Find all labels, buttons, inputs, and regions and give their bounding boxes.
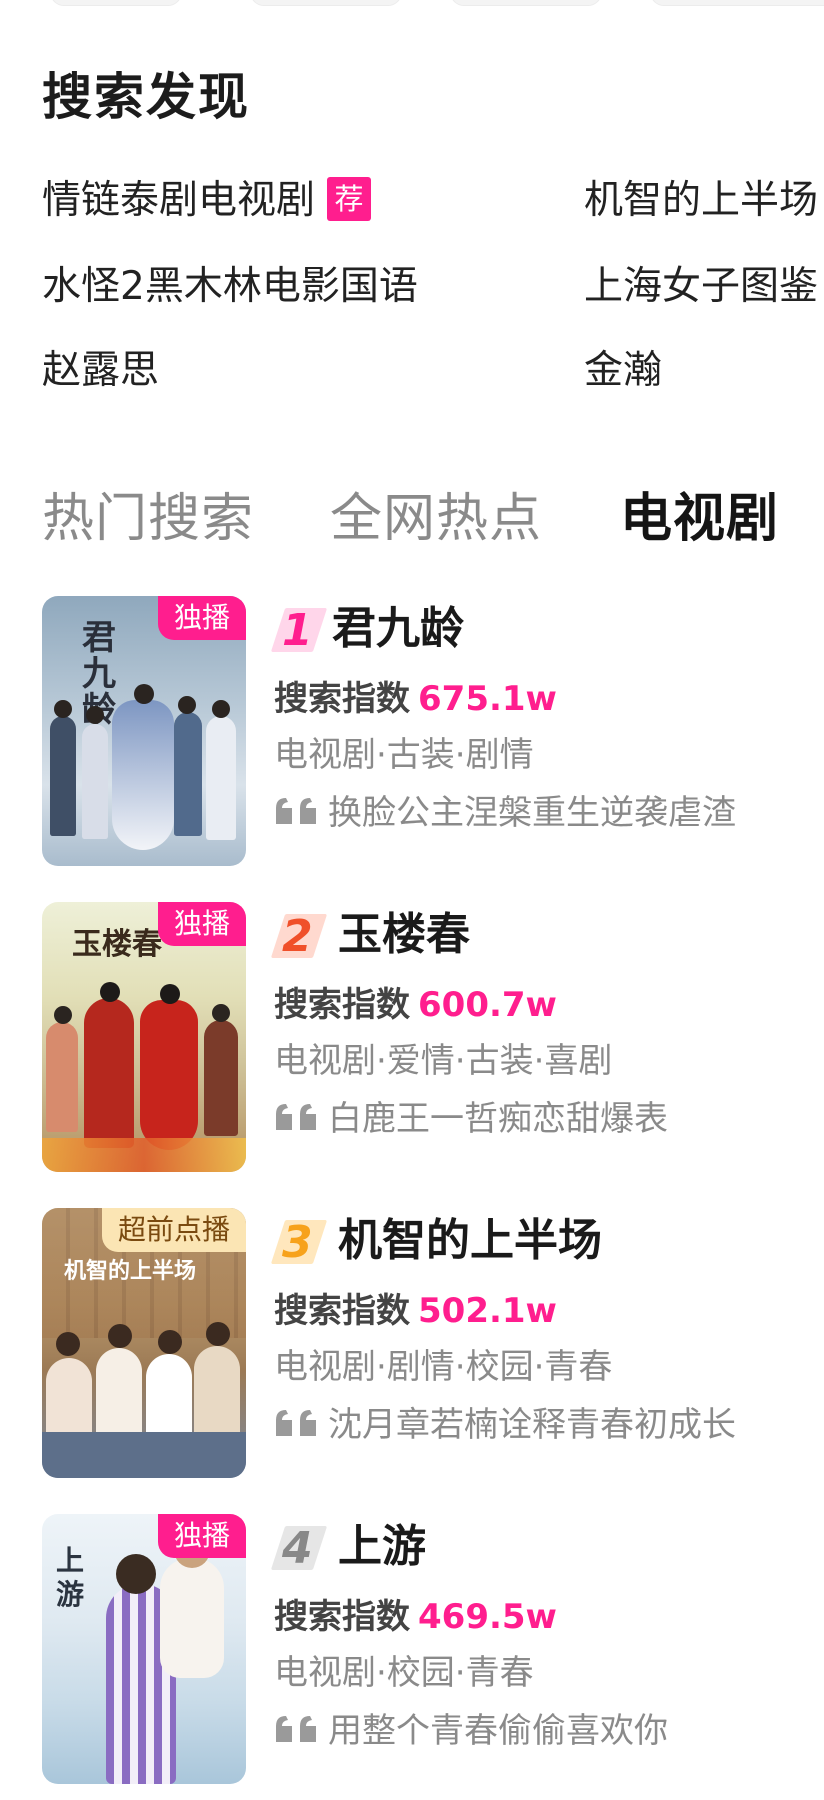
show-title: 上游 — [338, 1521, 426, 1572]
tagline-text: 换脸公主涅槃重生逆袭虐渣 — [328, 793, 736, 833]
genre-tags: 电视剧·古装·剧情 — [274, 735, 534, 775]
discover-item[interactable]: 赵露思 — [42, 346, 159, 396]
search-index-label: 搜索指数 — [274, 679, 410, 719]
rank-number: 4 — [282, 1523, 313, 1574]
rank-badge: 3 — [270, 1216, 328, 1268]
discover-item[interactable]: 情链泰剧电视剧荐 — [42, 176, 372, 226]
genre-tags: 电视剧·爱情·古装·喜剧 — [274, 1041, 613, 1081]
poster-title: 机智的上半场 — [64, 1258, 197, 1284]
discover-item-label: 金瀚 — [584, 348, 663, 393]
exclusive-badge: 独播 — [157, 902, 246, 946]
ranking-item[interactable]: 上游 独播 4 上游 搜索指数 469.5w 电视剧·校园·青春 用整个青春偷偷喜… — [42, 1514, 824, 1786]
search-index-value: 600.7w — [418, 985, 557, 1025]
quote-icon — [274, 792, 322, 838]
poster-image[interactable]: 玉楼春 独播 — [42, 902, 246, 1172]
search-index-label: 搜索指数 — [274, 1291, 410, 1331]
exclusive-badge: 独播 — [157, 596, 246, 640]
show-title: 玉楼春 — [338, 909, 470, 960]
poster-image[interactable]: 上游 独播 — [42, 1514, 246, 1784]
discover-item-label: 水怪2黑木林电影国语 — [42, 264, 418, 309]
tab-tv-series[interactable]: 电视剧 — [620, 486, 779, 552]
ranking-item[interactable]: 君九龄 独播 1 君九龄 搜索指数675.1w 电视剧·古装·剧情 换脸公主涅槃… — [42, 596, 824, 868]
pill-4[interactable] — [650, 0, 824, 6]
pill-2[interactable] — [250, 0, 402, 6]
search-index-label: 搜索指数 — [274, 1597, 410, 1637]
poster-title: 玉楼春 — [72, 927, 162, 962]
early-access-badge: 超前点播 — [101, 1208, 246, 1252]
tab-web-hot[interactable]: 全网热点 — [330, 486, 542, 552]
discover-item-label: 机智的上半场 — [584, 178, 819, 223]
search-index: 搜索指数 675.1w — [274, 676, 557, 722]
discover-item[interactable]: 机智的上半场 — [584, 176, 818, 226]
discover-title: 搜索发现 — [42, 68, 250, 126]
search-index-value: 675.1w — [418, 679, 557, 719]
ranking-item[interactable]: 机智的上半场 超前点播 3 机智的上半场 搜索指数 502.1w 电视剧·剧情·校… — [42, 1208, 824, 1480]
search-index-label: 搜索指数 — [274, 985, 410, 1025]
tagline: 换脸公主涅槃重生逆袭虐渣 — [274, 790, 736, 838]
tagline: 用整个青春偷偷喜欢你 — [274, 1708, 668, 1756]
tagline: 白鹿王一哲痴恋甜爆表 — [274, 1096, 668, 1144]
rank-badge: 2 — [270, 910, 328, 962]
rank-number: 3 — [282, 1217, 313, 1268]
quote-icon — [274, 1098, 322, 1144]
discover-item[interactable]: 上海女子图鉴 — [584, 262, 818, 312]
genre-tags: 电视剧·剧情·校园·青春 — [274, 1347, 613, 1387]
search-index-value: 469.5w — [418, 1597, 557, 1637]
discover-item[interactable]: 金瀚 — [584, 346, 662, 396]
tagline-text: 白鹿王一哲痴恋甜爆表 — [328, 1099, 668, 1139]
quote-icon — [274, 1710, 322, 1756]
ranking-item[interactable]: 玉楼春 独播 2 玉楼春 搜索指数 600.7w 电视剧·爱情·古装·喜剧 白鹿王… — [42, 902, 824, 1174]
tagline-text: 沈月章若楠诠释青春初成长 — [328, 1405, 736, 1445]
show-title: 机智的上半场 — [338, 1215, 602, 1266]
rank-number: 2 — [282, 911, 313, 962]
rank-badge: 4 — [270, 1522, 328, 1574]
rank-number: 1 — [282, 605, 313, 656]
top-category-pills — [0, 0, 824, 10]
pill-3[interactable] — [450, 0, 602, 6]
quote-icon — [274, 1404, 322, 1450]
discover-item-label: 上海女子图鉴 — [584, 264, 819, 309]
exclusive-badge: 独播 — [157, 1514, 246, 1558]
search-index-value: 502.1w — [418, 1291, 557, 1331]
discover-item-label: 情链泰剧电视剧 — [42, 178, 316, 223]
poster-image[interactable]: 机智的上半场 超前点播 — [42, 1208, 246, 1478]
genre-tags: 电视剧·校园·青春 — [274, 1653, 534, 1693]
search-index: 搜索指数 469.5w — [274, 1594, 557, 1640]
recommend-badge: 荐 — [327, 176, 372, 221]
poster-image[interactable]: 君九龄 独播 — [42, 596, 246, 866]
discover-item[interactable]: 水怪2黑木林电影国语 — [42, 262, 418, 312]
pill-1[interactable] — [50, 0, 182, 6]
tab-hot-search[interactable]: 热门搜索 — [42, 486, 254, 552]
discover-item-label: 赵露思 — [42, 348, 160, 393]
poster-title: 上游 — [56, 1544, 85, 1611]
search-index: 搜索指数 600.7w — [274, 982, 557, 1028]
show-title: 君九龄 — [332, 603, 464, 654]
rank-badge: 1 — [270, 604, 328, 656]
tagline: 沈月章若楠诠释青春初成长 — [274, 1402, 736, 1450]
tagline-text: 用整个青春偷偷喜欢你 — [328, 1711, 668, 1751]
search-index: 搜索指数 502.1w — [274, 1288, 557, 1334]
